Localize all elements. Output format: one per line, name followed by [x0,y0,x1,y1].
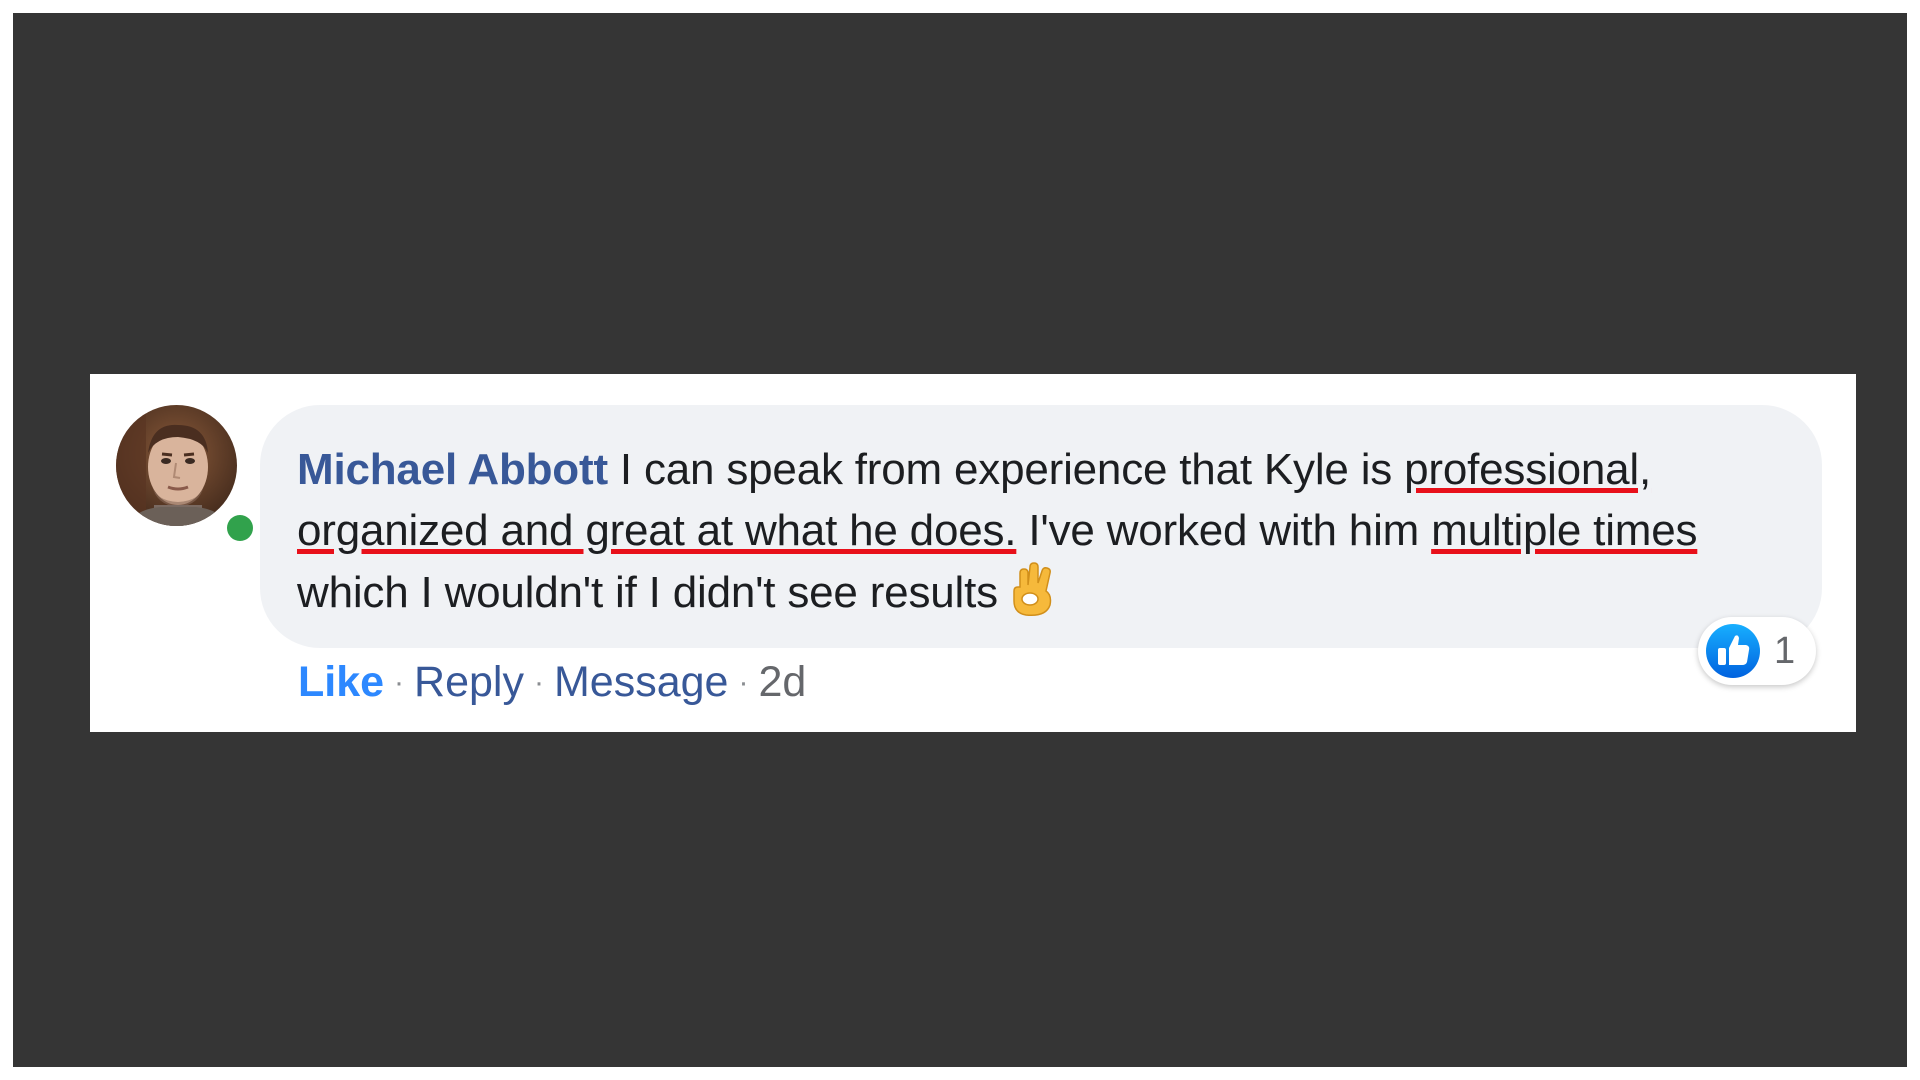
separator-dot: · [533,666,544,699]
reply-button[interactable]: Reply [414,658,524,706]
separator-dot: · [394,666,405,699]
online-dot [227,515,253,541]
comment-text-part: which I wouldn't if I didn't see results [297,568,998,617]
comment-text-part: I can speak from experience that Kyle is [607,445,1405,494]
author-name-link[interactable]: Michael Abbott [297,445,608,494]
separator-dot: · [738,666,749,699]
like-button[interactable]: Like [298,658,384,706]
comment-text-part: I've worked with him [1016,506,1432,555]
comment-timestamp[interactable]: 2d [758,658,806,706]
comment-text: Michael Abbott I can speak from experien… [297,439,1782,623]
reaction-count: 1 [1774,630,1796,672]
avatar-photo [116,405,237,526]
avatar[interactable] [116,405,258,546]
ok-hand-icon [1008,561,1056,617]
thumbs-up-icon [1706,624,1760,678]
screenshot-frame: Michael Abbott I can speak from experien… [13,13,1907,1067]
comment-actions: Like · Reply · Message · 2d [298,654,806,711]
message-button[interactable]: Message [554,658,728,706]
comment-card: Michael Abbott I can speak from experien… [90,374,1856,732]
highlighted-phrase: multiple times [1431,506,1698,555]
reaction-summary[interactable]: 1 [1698,617,1816,685]
online-status-indicator [222,510,258,546]
comment-bubble: Michael Abbott I can speak from experien… [260,405,1822,648]
